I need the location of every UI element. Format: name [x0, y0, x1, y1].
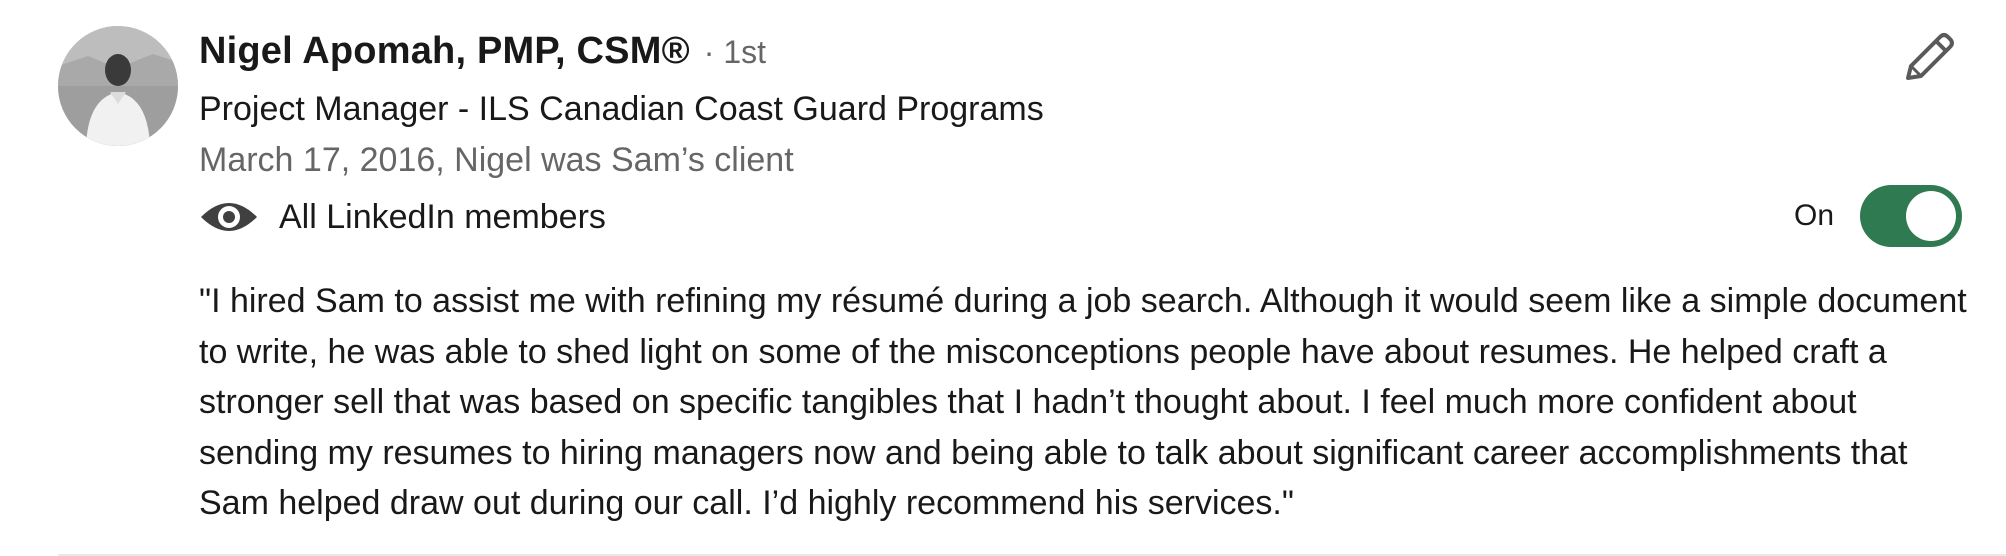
eye-icon: [199, 197, 259, 237]
visibility-setting: All LinkedIn members: [199, 192, 606, 242]
show-recommendation-toggle[interactable]: [1860, 185, 1963, 247]
visibility-label: All LinkedIn members: [279, 197, 606, 236]
recommendation-relation: March 17, 2016, Nigel was Sam’s client: [199, 141, 794, 179]
toggle-label: On: [1794, 199, 1835, 232]
recommender-name-line: Nigel Apomah, PMP, CSM® · 1st: [199, 30, 766, 82]
recommender-headline: Project Manager - ILS Canadian Coast Gua…: [199, 90, 1044, 128]
profile-photo: [58, 26, 178, 146]
recommender-name[interactable]: Nigel Apomah, PMP, CSM®: [199, 30, 690, 73]
avatar[interactable]: [58, 26, 178, 146]
recommendation-text: "I hired Sam to assist me with refining …: [199, 282, 1967, 522]
connection-degree: · 1st: [703, 34, 767, 70]
pencil-icon[interactable]: [1900, 28, 1958, 86]
show-recommendation-toggle-group: On: [1794, 184, 1963, 248]
toggle-knob: [1906, 191, 1957, 241]
